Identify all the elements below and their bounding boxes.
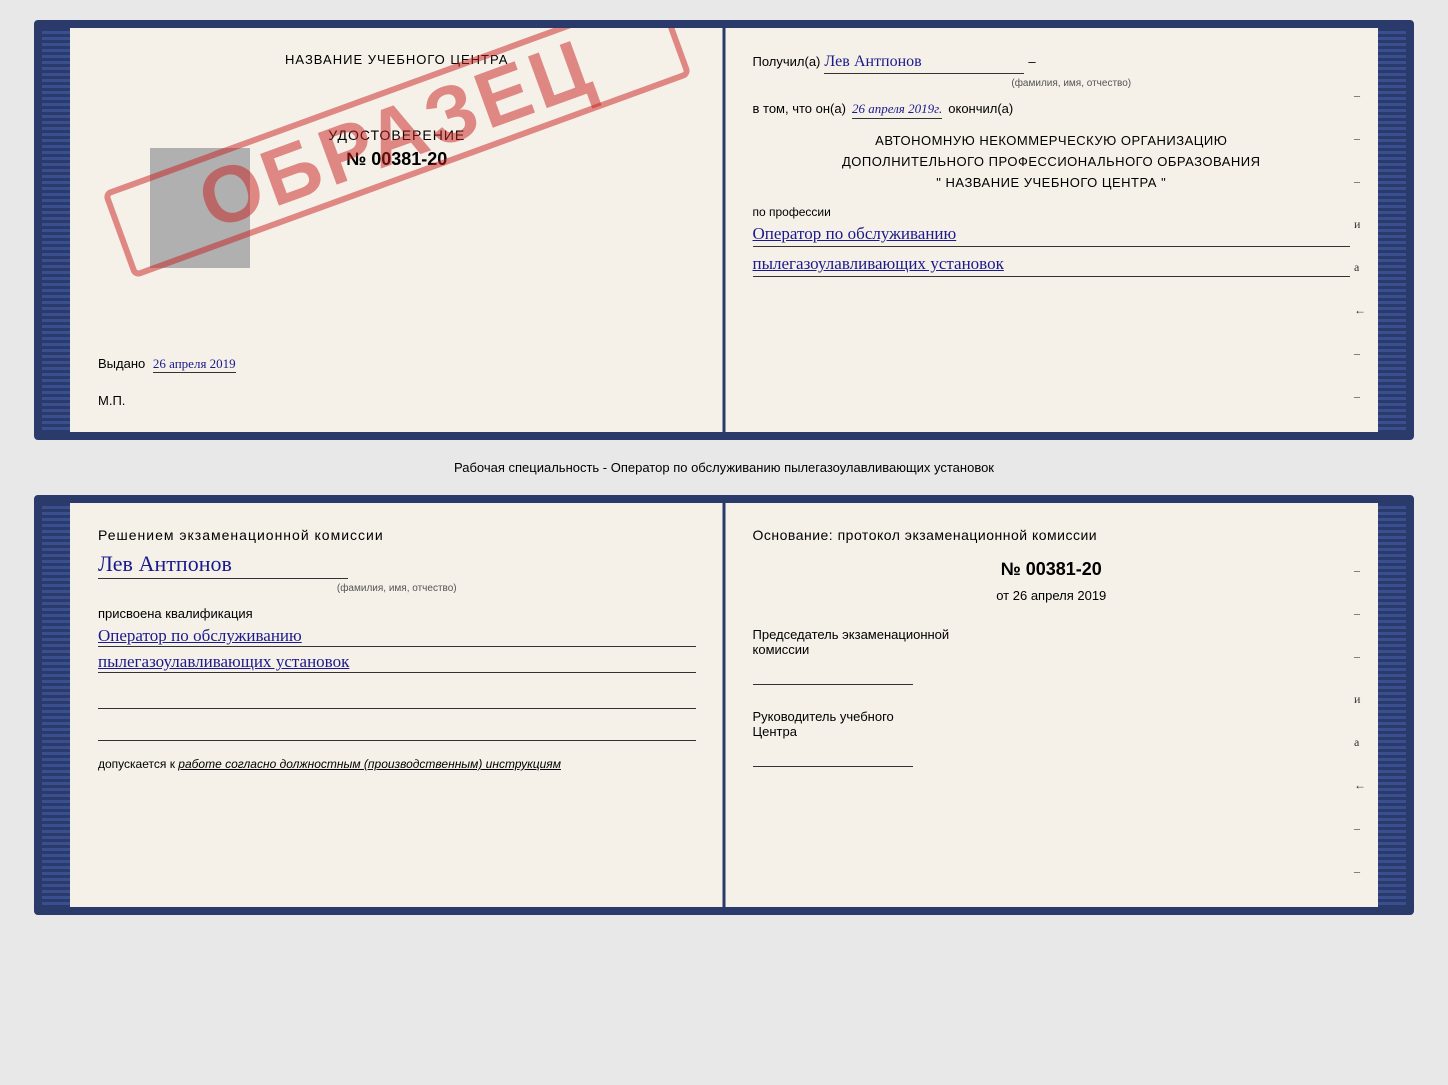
vtom-date: 26 апреля 2019г. xyxy=(852,101,942,119)
poluchil-label: Получил(а) xyxy=(753,54,821,69)
poluchil-line: Получил(а) Лев Антпонов – xyxy=(753,52,1351,74)
org-name-line: " НАЗВАНИЕ УЧЕБНОГО ЦЕНТРА " xyxy=(753,173,1351,194)
side-dash: ← xyxy=(1354,303,1366,318)
bottom-right-page: – – – и а ← – – – – Основание: протокол … xyxy=(725,503,1379,907)
ot-line: от 26 апреля 2019 xyxy=(753,588,1351,603)
side-dash-b: – xyxy=(1354,606,1366,621)
prisvoena-line: присвоена квалификация xyxy=(98,606,696,621)
bottom-person-name: Лев Антпонов xyxy=(98,551,696,581)
top-left-page: НАЗВАНИЕ УЧЕБНОГО ЦЕНТРА ОБРАЗЕЦ УДОСТОВ… xyxy=(70,28,725,432)
side-dashes-bottom: – – – и а ← – – – – xyxy=(1354,563,1366,915)
binding-right-bottom xyxy=(1378,503,1406,907)
mp-line: М.П. xyxy=(98,393,125,408)
binding-left-bottom xyxy=(42,503,70,907)
side-dashes: – – – и а ← – – – – xyxy=(1354,88,1366,440)
side-dash: – xyxy=(1354,389,1366,404)
kvalif-line2: пылегазоулавливающих установок xyxy=(98,651,696,673)
poluchil-name: Лев Антпонов xyxy=(824,52,1024,74)
okoncil-label: окончил(а) xyxy=(948,101,1013,116)
side-dash: – xyxy=(1354,88,1366,103)
side-dash-b: – xyxy=(1354,821,1366,836)
vtom-line: в том, что он(а) 26 апреля 2019г. окончи… xyxy=(753,101,1351,119)
side-dash-b: и xyxy=(1354,692,1366,707)
side-dash-b: а xyxy=(1354,735,1366,750)
rukovoditel-label: Руководитель учебного xyxy=(753,709,1351,724)
binding-left xyxy=(42,28,70,432)
top-right-page: – – – и а ← – – – – Получил(а) Лев Антпо… xyxy=(725,28,1379,432)
middle-label: Рабочая специальность - Оператор по обсл… xyxy=(34,452,1414,483)
fio-label-bottom: (фамилия, имя, отчество) xyxy=(98,583,696,594)
side-dash-b: – xyxy=(1354,649,1366,664)
binding-right xyxy=(1378,28,1406,432)
org-line2: ДОПОЛНИТЕЛЬНОГО ПРОФЕССИОНАЛЬНОГО ОБРАЗО… xyxy=(753,152,1351,173)
bottom-left-page: Решением экзаменационной комиссии Лев Ан… xyxy=(70,503,725,907)
training-center-title: НАЗВАНИЕ УЧЕБНОГО ЦЕНТРА xyxy=(98,52,696,67)
side-dash: – xyxy=(1354,432,1366,440)
kvalif-line1: Оператор по обслуживанию xyxy=(98,625,696,647)
document-container: НАЗВАНИЕ УЧЕБНОГО ЦЕНТРА ОБРАЗЕЦ УДОСТОВ… xyxy=(34,20,1414,915)
blank-line xyxy=(98,689,696,709)
protocol-number: № 00381-20 xyxy=(753,559,1351,580)
side-dash-b: – xyxy=(1354,563,1366,578)
org-line1: АВТОНОМНУЮ НЕКОММЕРЧЕСКУЮ ОРГАНИЗАЦИЮ xyxy=(753,131,1351,152)
side-dash: – xyxy=(1354,131,1366,146)
po-professii-label: по профессии xyxy=(753,205,1351,219)
blank-lines xyxy=(98,689,696,741)
org-quote2: " xyxy=(1161,175,1166,190)
predsedatel-signature-line xyxy=(753,665,913,685)
fio-label-top: (фамилия, имя, отчество) xyxy=(793,78,1351,89)
predsedatel-label: Председатель экзаменационной xyxy=(753,627,1351,642)
top-cert-book: НАЗВАНИЕ УЧЕБНОГО ЦЕНТРА ОБРАЗЕЦ УДОСТОВ… xyxy=(34,20,1414,440)
rukovoditel-label2: Центра xyxy=(753,724,1351,739)
dopuskaetsya-label: допускается к xyxy=(98,757,175,771)
issued-date: 26 апреля 2019 xyxy=(153,356,236,373)
vtom-label: в том, что он(а) xyxy=(753,101,846,116)
side-dash-b: – xyxy=(1354,907,1366,915)
rukovoditel-block: Руководитель учебного Центра xyxy=(753,709,1351,767)
ot-prefix: от xyxy=(996,588,1009,603)
udostoverenie-label: УДОСТОВЕРЕНИЕ xyxy=(98,127,696,143)
org-quote1: " xyxy=(936,175,941,190)
predsedatel-label2: комиссии xyxy=(753,642,1351,657)
rukovoditel-signature-line xyxy=(753,747,913,767)
org-name: НАЗВАНИЕ УЧЕБНОГО ЦЕНТРА xyxy=(946,175,1157,190)
dopuskaetsya-line: допускается к работе согласно должностны… xyxy=(98,757,696,771)
poluchil-dash: – xyxy=(1028,54,1035,69)
side-dash: – xyxy=(1354,346,1366,361)
resheniem-line: Решением экзаменационной комиссии xyxy=(98,527,696,543)
profession-line1: Оператор по обслуживанию xyxy=(753,223,1351,247)
photo-placeholder xyxy=(150,148,250,268)
osnovanie-line: Основание: протокол экзаменационной коми… xyxy=(753,527,1351,543)
side-dash-b: ← xyxy=(1354,778,1366,793)
issued-line: Выдано 26 апреля 2019 xyxy=(98,356,696,372)
dopuskaetsya-text: работе согласно должностным (производств… xyxy=(178,757,561,771)
side-dash: и xyxy=(1354,217,1366,232)
person-name-large: Лев Антпонов xyxy=(98,551,348,579)
ot-date: 26 апреля 2019 xyxy=(1013,588,1107,603)
side-dash: – xyxy=(1354,174,1366,189)
bottom-cert-book: Решением экзаменационной комиссии Лев Ан… xyxy=(34,495,1414,915)
predsedatel-block: Председатель экзаменационной комиссии xyxy=(753,627,1351,685)
blank-line xyxy=(98,721,696,741)
issued-label: Выдано xyxy=(98,356,145,371)
profession-line2: пылегазоулавливающих установок xyxy=(753,253,1351,277)
org-block: АВТОНОМНУЮ НЕКОММЕРЧЕСКУЮ ОРГАНИЗАЦИЮ ДО… xyxy=(753,131,1351,193)
side-dash-b: – xyxy=(1354,864,1366,879)
side-dash: а xyxy=(1354,260,1366,275)
